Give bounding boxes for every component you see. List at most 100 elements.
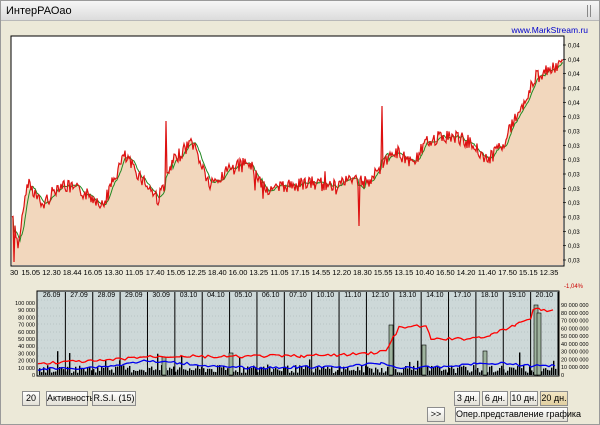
time-label: 15.05 (166, 268, 185, 277)
volume-bar (507, 370, 509, 375)
time-label: 11.40 (478, 268, 496, 277)
price-tick-label: 0,03 (568, 158, 580, 164)
volume-bar (191, 369, 193, 375)
volume-bar (375, 367, 377, 375)
volume-bar (415, 370, 417, 375)
volume-left-label: 10 000 (18, 366, 35, 372)
volume-bar (527, 372, 529, 375)
volume-bar (73, 371, 75, 375)
volume-date-label: 12.10 (371, 292, 389, 299)
volume-bar (549, 370, 551, 375)
volume-bar (429, 370, 431, 375)
period-20d-button[interactable]: 20 дн. (540, 391, 568, 406)
volume-bar (101, 366, 103, 375)
volume-bar (355, 370, 357, 375)
operative-view-button[interactable]: Опер.представление графика (455, 407, 581, 422)
volume-bar (201, 366, 203, 375)
volume-bar (373, 372, 375, 375)
time-label: 15.15 (519, 268, 538, 277)
volume-bar (143, 370, 145, 375)
volume-bar (151, 366, 153, 375)
volume-bar-highlight (388, 324, 394, 376)
volume-bar (289, 372, 291, 375)
volume-bar (481, 370, 483, 375)
volume-bar (281, 371, 283, 375)
volume-bar (275, 367, 277, 375)
volume-bar (211, 369, 213, 375)
volume-bar-highlight (161, 356, 167, 376)
volume-bar (385, 371, 387, 375)
volume-bar (245, 372, 247, 375)
volume-bar (509, 367, 511, 375)
volume-bar (397, 372, 399, 375)
volume-left-label: 40 000 (18, 344, 35, 350)
time-label: 12.35 (540, 268, 559, 277)
volume-left-label: 0 (32, 373, 35, 379)
watermark-link[interactable]: www.MarkStream.ru (510, 25, 588, 35)
volume-date-label: 29.09 (125, 292, 143, 299)
period-field[interactable]: 20 (22, 391, 40, 406)
volume-bar (433, 367, 435, 375)
scroll-forward-button[interactable]: >> (427, 407, 445, 422)
volume-bar (63, 369, 65, 375)
volume-bar (279, 370, 281, 375)
volume-bar (387, 366, 389, 375)
volume-bar (153, 370, 155, 375)
resize-grip-icon[interactable] (586, 5, 594, 17)
period-10d-button[interactable]: 10 дн. (510, 391, 538, 406)
time-label: 14.55 (312, 268, 331, 277)
volume-bar (83, 369, 85, 375)
volume-bar (243, 368, 245, 375)
time-label: 12.20 (332, 268, 351, 277)
volume-bar (207, 368, 209, 375)
volume-bar (515, 369, 517, 375)
time-label: 16.00 (229, 268, 248, 277)
volume-date-label: 04.10 (207, 292, 225, 299)
volume-bar (311, 371, 313, 375)
volume-bar (113, 372, 115, 375)
volume-bar (105, 359, 107, 375)
volume-bar (77, 372, 79, 375)
volume-bar (251, 367, 253, 375)
volume-bar (345, 369, 347, 375)
volume-bar (197, 365, 199, 375)
volume-bar (155, 369, 157, 375)
volume-bar (139, 369, 141, 375)
volume-bar (521, 368, 523, 375)
volume-bar (265, 369, 267, 375)
volume-bar (223, 366, 225, 375)
time-label: 16.05 (84, 268, 103, 277)
volume-bar (469, 372, 471, 375)
volume-bar (135, 370, 137, 375)
volume-bar (61, 367, 63, 375)
title-bar[interactable]: ИнтерРАОао (1, 1, 599, 21)
volume-bar (271, 371, 273, 375)
volume-bar (181, 355, 183, 375)
period-6d-button[interactable]: 6 дн. (482, 391, 508, 406)
volume-bar (441, 370, 443, 375)
volume-bar (499, 367, 501, 375)
volume-bar (495, 371, 497, 375)
activity-button[interactable]: Активность (46, 391, 94, 406)
volume-bar (409, 361, 411, 375)
volume-bar (545, 368, 547, 375)
volume-left-label: 90 000 (18, 308, 35, 314)
volume-bar (349, 370, 351, 375)
volume-bar (333, 372, 335, 375)
rsi-button[interactable]: R.S.I. (15) (92, 391, 136, 406)
volume-bar (489, 366, 491, 375)
volume-bar (317, 366, 319, 375)
volume-bar (145, 372, 147, 375)
volume-bar (121, 365, 123, 375)
time-label: 11.05 (270, 268, 288, 277)
volume-bar (555, 368, 557, 375)
volume-bar (445, 369, 447, 375)
volume-bar (505, 372, 507, 375)
volume-bar (497, 370, 499, 375)
volume-bar (247, 366, 249, 375)
volume-bar (407, 368, 409, 375)
period-3d-button[interactable]: 3 дн. (454, 391, 480, 406)
volume-bar (465, 366, 467, 375)
volume-bar (187, 370, 189, 375)
volume-bar (303, 369, 305, 375)
